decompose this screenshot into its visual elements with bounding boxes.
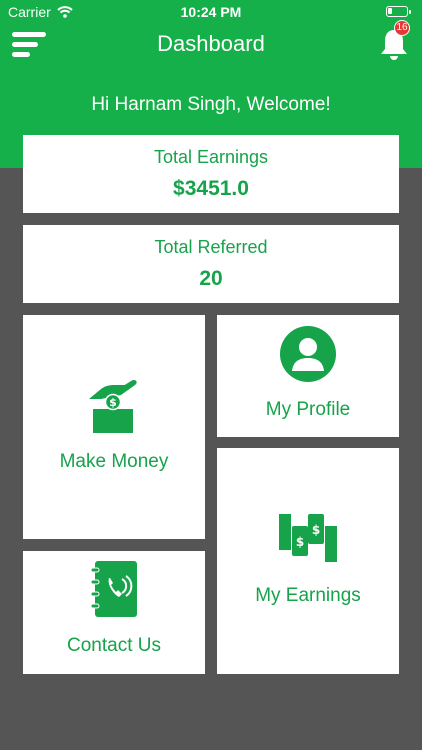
status-time: 10:24 PM [180, 4, 242, 20]
status-bar: Carrier 10:24 PM [0, 0, 422, 24]
money-box-icon: $ [89, 379, 137, 433]
page-title: Dashboard [157, 31, 265, 56]
svg-text:$: $ [296, 535, 304, 549]
my-earnings-tile[interactable]: $ $ My Earnings [217, 448, 399, 674]
total-earnings-value: $3451.0 [173, 177, 249, 200]
make-money-label: Make Money [59, 451, 169, 472]
notification-badge: 16 [394, 20, 410, 36]
phone-book-icon [90, 561, 137, 617]
contact-us-label: Contact Us [67, 635, 161, 656]
make-money-tile[interactable]: $ Make Money [23, 315, 205, 539]
total-earnings-card[interactable]: Total Earnings $3451.0 [23, 135, 399, 213]
total-referred-label: Total Referred [154, 237, 268, 257]
total-referred-card[interactable]: Total Referred 20 [23, 225, 399, 303]
total-earnings-label: Total Earnings [153, 147, 269, 167]
contact-us-tile[interactable]: Contact Us [23, 551, 205, 674]
svg-text:$: $ [312, 523, 320, 537]
total-referred-value: 20 [199, 267, 223, 290]
my-earnings-label: My Earnings [255, 585, 361, 606]
user-icon [280, 326, 336, 382]
battery-icon [386, 6, 411, 17]
welcome-message: Hi Harnam Singh, Welcome! [91, 94, 331, 115]
notification-button[interactable]: 16 [376, 20, 412, 62]
my-profile-label: My Profile [265, 399, 351, 420]
my-profile-tile[interactable]: My Profile [217, 315, 399, 437]
svg-text:$: $ [109, 396, 117, 409]
money-exchange-icon: $ $ [279, 514, 337, 562]
